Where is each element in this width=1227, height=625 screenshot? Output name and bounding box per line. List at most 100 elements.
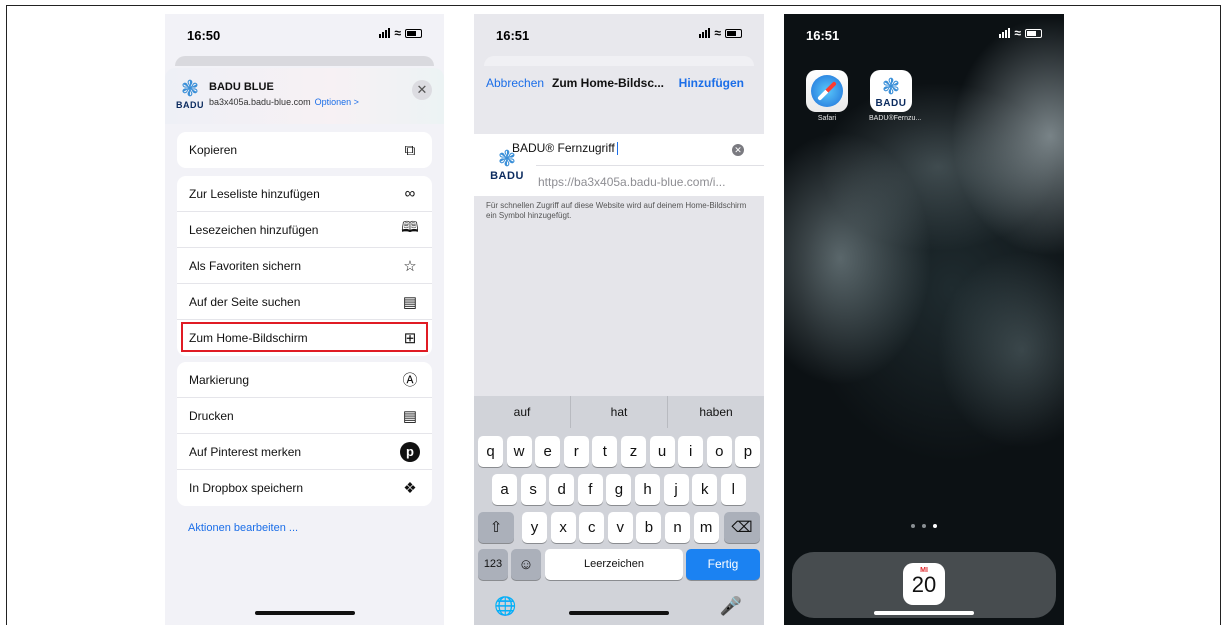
- key-q[interactable]: q: [478, 436, 503, 467]
- action-group-1: Kopieren ⧉: [177, 132, 432, 168]
- battery-icon: [405, 28, 422, 38]
- share-url: ba3x405a.badu-blue.com Optionen >: [209, 97, 359, 107]
- key-g[interactable]: g: [606, 474, 632, 505]
- name-field[interactable]: BADU® Fernzugriff: [512, 141, 618, 155]
- options-link[interactable]: Optionen >: [315, 97, 359, 107]
- badu-logo: ❃ BADU: [176, 76, 204, 111]
- action-print[interactable]: Drucken ▤: [177, 398, 432, 434]
- add-home-screen: 16:51 ≈ Abbrechen Zum Home-Bildsc... Hin…: [474, 14, 764, 625]
- action-favorite[interactable]: Als Favoriten sichern ☆: [177, 248, 432, 284]
- key-d[interactable]: d: [549, 474, 575, 505]
- url-label: https://ba3x405a.badu-blue.com/i...: [538, 175, 726, 189]
- add-square-icon: ⊞: [403, 330, 417, 347]
- printer-icon: ▤: [402, 407, 418, 425]
- key-h[interactable]: h: [635, 474, 660, 505]
- numbers-key[interactable]: 123: [478, 549, 508, 580]
- action-add-to-home-screen[interactable]: Zum Home-Bildschirm ⊞: [177, 320, 432, 356]
- dock: MI 20: [792, 552, 1056, 618]
- home-indicator: [254, 611, 355, 615]
- key-x[interactable]: x: [550, 512, 576, 543]
- done-key[interactable]: Fertig: [686, 549, 760, 580]
- action-pinterest[interactable]: Auf Pinterest merken p: [177, 434, 432, 470]
- suggestion-item[interactable]: haben: [668, 396, 764, 428]
- copy-icon: ⧉: [404, 141, 416, 159]
- hint-text: Für schnellen Zugriff auf diese Website …: [486, 201, 747, 220]
- key-b[interactable]: b: [636, 512, 662, 543]
- sheet-backdrop: [175, 56, 434, 66]
- key-f[interactable]: f: [577, 474, 603, 505]
- key-e[interactable]: e: [535, 436, 561, 467]
- home-indicator: [569, 611, 669, 615]
- share-title: BADU BLUE: [209, 81, 274, 93]
- suggestion-item[interactable]: hat: [571, 396, 668, 428]
- dropbox-icon: ❖: [403, 480, 417, 497]
- backspace-key[interactable]: ⌫: [724, 512, 760, 543]
- action-group-2: Zur Leseliste hinzufügen ∞ Lesezeichen h…: [177, 176, 432, 356]
- key-s[interactable]: s: [520, 474, 546, 505]
- key-a[interactable]: a: [492, 474, 517, 505]
- key-k[interactable]: k: [692, 474, 718, 505]
- app-safari[interactable]: Safari: [805, 70, 849, 122]
- key-n[interactable]: n: [665, 512, 690, 543]
- action-copy[interactable]: Kopieren ⧉: [177, 132, 432, 168]
- battery-icon: [725, 28, 742, 38]
- key-t[interactable]: t: [592, 436, 618, 467]
- wifi-icon: ≈: [714, 26, 721, 40]
- key-m[interactable]: m: [693, 512, 719, 543]
- action-dropbox[interactable]: In Dropbox speichern ❖: [177, 470, 432, 506]
- calendar-app[interactable]: MI 20: [903, 563, 945, 605]
- action-reading-list[interactable]: Zur Leseliste hinzufügen ∞: [177, 176, 432, 212]
- key-o[interactable]: o: [706, 436, 732, 467]
- signal-icon: [379, 28, 391, 38]
- key-j[interactable]: j: [663, 474, 689, 505]
- badu-app-icon: ❃ BADU: [870, 70, 912, 112]
- edit-actions-link[interactable]: Aktionen bearbeiten ...: [188, 522, 298, 534]
- action-bookmark[interactable]: Lesezeichen hinzufügen 🕮: [177, 212, 432, 248]
- action-group-3: Markierung Ⓐ Drucken ▤ Auf Pinterest mer…: [177, 362, 432, 506]
- markup-icon: Ⓐ: [402, 372, 418, 389]
- microphone-icon[interactable]: 🎤: [720, 596, 742, 617]
- wifi-icon: ≈: [394, 26, 401, 40]
- close-button[interactable]: ✕: [412, 80, 432, 100]
- space-key[interactable]: Leerzeichen: [545, 549, 683, 580]
- action-find-on-page[interactable]: Auf der Seite suchen ▤: [177, 284, 432, 320]
- key-r[interactable]: r: [563, 436, 589, 467]
- nav-title: Zum Home-Bildsc...: [552, 76, 665, 90]
- key-l[interactable]: l: [720, 474, 746, 505]
- page-indicator[interactable]: [911, 524, 937, 528]
- key-z[interactable]: z: [621, 436, 646, 467]
- keyboard: auf hat haben qwertzuiop asdfghjkl yxcvbnm…: [474, 396, 764, 625]
- emoji-key[interactable]: ☺: [511, 549, 541, 580]
- status-time: 16:50: [187, 28, 221, 43]
- clear-text-button[interactable]: ✕: [732, 144, 744, 156]
- key-y[interactable]: y: [522, 512, 547, 543]
- key-u[interactable]: u: [649, 436, 675, 467]
- add-button[interactable]: Hinzufügen: [679, 76, 744, 90]
- status-time: 16:51: [806, 28, 840, 43]
- action-markup[interactable]: Markierung Ⓐ: [177, 362, 432, 398]
- key-i[interactable]: i: [678, 436, 704, 467]
- globe-icon[interactable]: 🌐: [494, 596, 516, 617]
- key-v[interactable]: v: [607, 512, 633, 543]
- key-p[interactable]: p: [735, 436, 761, 467]
- book-icon: 🕮: [401, 219, 419, 236]
- signal-icon: [999, 28, 1011, 38]
- pinterest-icon: p: [400, 441, 420, 462]
- glasses-icon: ∞: [404, 185, 416, 202]
- suggestion-item[interactable]: auf: [474, 396, 571, 428]
- key-w[interactable]: w: [506, 436, 532, 467]
- divider: [536, 165, 764, 166]
- home-indicator: [874, 611, 974, 615]
- cancel-button[interactable]: Abbrechen: [486, 76, 544, 90]
- sheet-backdrop: [484, 56, 754, 66]
- calendar-day: 20: [911, 572, 937, 597]
- status-time: 16:51: [496, 28, 530, 43]
- find-in-page-icon: ▤: [402, 293, 418, 311]
- share-sheet-screen: 16:50 ≈ ❃ BADU BADU BLUE ba3x405a.badu-b…: [165, 14, 444, 625]
- app-badu[interactable]: ❃ BADU BADU®Fernzu...: [869, 70, 921, 122]
- shift-key[interactable]: ⇧: [478, 512, 514, 543]
- key-c[interactable]: c: [579, 512, 605, 543]
- status-bar: 16:51 ≈: [784, 14, 1064, 48]
- safari-icon: [806, 70, 848, 112]
- wifi-icon: ≈: [1014, 26, 1021, 40]
